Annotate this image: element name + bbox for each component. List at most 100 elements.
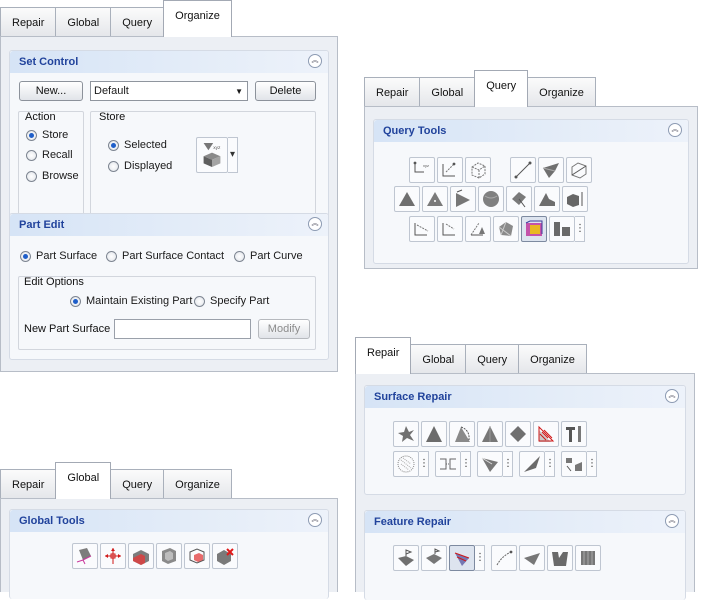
collapse-chevron-icon[interactable]: ︽ — [308, 513, 322, 527]
tab-global[interactable]: Global — [419, 77, 476, 107]
cone-feature-dropdown[interactable]: ⋮ — [475, 545, 485, 571]
cube-coordinate-icon[interactable] — [465, 157, 491, 183]
diamond-patch-icon[interactable] — [505, 421, 531, 447]
red-hatch-icon[interactable] — [533, 421, 559, 447]
edge-bridge-dropdown[interactable]: ⋮ — [461, 451, 471, 477]
modify-button[interactable]: Modify — [258, 319, 310, 339]
tab-global[interactable]: Global — [55, 7, 112, 37]
flag-surface-icon[interactable] — [393, 545, 419, 571]
solid-corner-icon[interactable] — [534, 186, 560, 212]
mesh-query-icon[interactable] — [493, 216, 519, 242]
set-combo[interactable]: Default ▼ — [90, 81, 248, 101]
wrench-icon[interactable] — [561, 421, 587, 447]
new-set-button[interactable]: New... — [19, 81, 83, 101]
feature-repair-header[interactable]: Feature Repair ︽ — [365, 511, 685, 533]
delete-set-button[interactable]: Delete — [255, 81, 316, 101]
fold-patch-icon[interactable] — [477, 451, 503, 477]
split-sheet-icon[interactable] — [519, 451, 545, 477]
angle-query-icon[interactable] — [465, 216, 491, 242]
sphere-icon[interactable] — [478, 186, 504, 212]
shell-icon[interactable] — [156, 543, 182, 569]
translate-icon[interactable] — [100, 543, 126, 569]
action-radio-store[interactable]: Store — [26, 129, 68, 141]
line-length-icon[interactable] — [510, 157, 536, 183]
query-panel: Repair Global Query Organize Query Tools… — [364, 70, 698, 269]
surface-connect-icon[interactable] — [72, 543, 98, 569]
flag-patch-icon[interactable] — [421, 545, 447, 571]
fold-patch-dropdown[interactable]: ⋮ — [503, 451, 513, 477]
triangle-normal-icon[interactable] — [422, 186, 448, 212]
tab-repair[interactable]: Repair — [0, 7, 57, 37]
collapse-chevron-icon[interactable]: ︽ — [665, 389, 679, 403]
collapse-chevron-icon[interactable]: ︽ — [308, 54, 322, 68]
repair-panel: Repair Global Query Organize Surface Rep… — [355, 337, 695, 600]
tab-query[interactable]: Query — [465, 344, 520, 374]
edit-radio-maintain[interactable]: Maintain Existing Part — [70, 295, 192, 307]
store-filter-button[interactable]: xyz — [196, 137, 228, 173]
action-radio-recall[interactable]: Recall — [26, 149, 73, 161]
part-edit-header[interactable]: Part Edit ︽ — [10, 214, 328, 236]
radio-maintain-dot — [70, 295, 81, 307]
arc-patch-icon[interactable] — [449, 421, 475, 447]
edit-radio-specify[interactable]: Specify Part — [194, 295, 269, 307]
cube-subtract-icon[interactable] — [184, 543, 210, 569]
stamp-feature-icon[interactable] — [575, 545, 601, 571]
tab-organize[interactable]: Organize — [518, 344, 587, 374]
triangle-repair-icon[interactable] — [477, 421, 503, 447]
tab-global[interactable]: Global — [410, 344, 467, 374]
action-radio-browse[interactable]: Browse — [26, 170, 79, 182]
fragment-icon[interactable] — [561, 451, 587, 477]
tab-repair[interactable]: Repair — [0, 469, 57, 499]
point-distance-icon[interactable] — [409, 216, 435, 242]
set-control-header[interactable]: Set Control ︽ — [10, 51, 328, 73]
more-tools-dropdown[interactable]: ⋮ — [575, 216, 585, 242]
tab-organize[interactable]: Organize — [163, 469, 232, 499]
mode-radio-part-curve[interactable]: Part Curve — [234, 250, 303, 262]
solid-section-icon[interactable] — [128, 543, 154, 569]
new-part-surface-input[interactable] — [114, 319, 251, 339]
mode-radio-part-surface[interactable]: Part Surface — [20, 250, 97, 262]
measure-distance-icon[interactable]: xyz — [409, 157, 435, 183]
dotted-circle-icon[interactable] — [393, 451, 419, 477]
block-height-icon[interactable] — [562, 186, 588, 212]
global-tools-header[interactable]: Global Tools ︽ — [10, 510, 328, 532]
box-diagonal-icon[interactable] — [566, 157, 592, 183]
store-filter-dropdown[interactable]: ▾ — [228, 137, 238, 173]
curve-length-icon[interactable] — [437, 216, 463, 242]
block-feature-icon[interactable] — [547, 545, 573, 571]
wing-feature-icon[interactable] — [519, 545, 545, 571]
remove-solid-icon[interactable] — [212, 543, 238, 569]
surface-query-icon[interactable] — [538, 157, 564, 183]
cone-feature-icon[interactable] — [449, 545, 475, 571]
triangle-area-icon[interactable] — [394, 186, 420, 212]
star-patch-icon[interactable] — [393, 421, 419, 447]
tab-repair[interactable]: Repair — [364, 77, 421, 107]
edge-bridge-icon[interactable] — [435, 451, 461, 477]
tab-query[interactable]: Query — [110, 7, 165, 37]
tab-query[interactable]: Query — [474, 70, 529, 107]
tab-global[interactable]: Global — [55, 462, 112, 499]
mode-radio-part-surface-contact[interactable]: Part Surface Contact — [106, 250, 224, 262]
tab-query[interactable]: Query — [110, 469, 165, 499]
radio-part-surface-dot — [20, 250, 31, 262]
fragment-dropdown[interactable]: ⋮ — [587, 451, 597, 477]
curve-feature-icon[interactable] — [491, 545, 517, 571]
surface-normal-icon[interactable] — [506, 186, 532, 212]
store-radio-displayed[interactable]: Displayed — [108, 160, 172, 172]
repair-body: Surface Repair ︽ ⋮ ⋮ ⋮ ⋮ ⋮ Feature Repai… — [355, 373, 695, 600]
collapse-chevron-icon[interactable]: ︽ — [665, 514, 679, 528]
tab-repair[interactable]: Repair — [355, 337, 412, 374]
store-radio-selected[interactable]: Selected — [108, 139, 167, 151]
split-sheet-dropdown[interactable]: ⋮ — [545, 451, 555, 477]
vector-angle-icon[interactable] — [450, 186, 476, 212]
collapse-chevron-icon[interactable]: ︽ — [308, 217, 322, 231]
point-coordinates-icon[interactable] — [437, 157, 463, 183]
triangle-fill-icon[interactable] — [421, 421, 447, 447]
tab-organize[interactable]: Organize — [527, 77, 596, 107]
dotted-circle-dropdown[interactable]: ⋮ — [419, 451, 429, 477]
part-spacing-icon[interactable] — [549, 216, 575, 242]
surface-repair-header[interactable]: Surface Repair ︽ — [365, 386, 685, 408]
tab-organize[interactable]: Organize — [163, 0, 232, 37]
bounding-box-icon[interactable] — [521, 216, 547, 242]
global-body: Global Tools ︽ — [0, 498, 338, 599]
